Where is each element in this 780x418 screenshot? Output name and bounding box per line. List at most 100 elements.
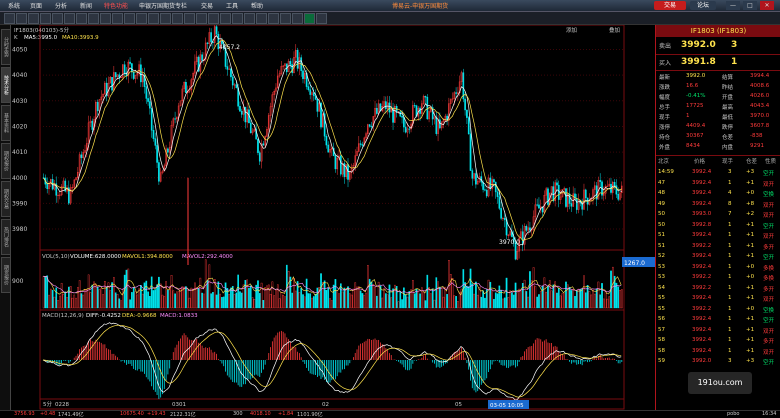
volume-bar <box>457 301 459 309</box>
tool-split-icon[interactable] <box>184 13 195 24</box>
tick-row[interactable]: 53 3992.4 1 +0 多换 <box>656 264 780 274</box>
tool-chart-icon[interactable] <box>64 13 75 24</box>
volume-bar <box>514 282 517 309</box>
tick-row[interactable]: 14:59 3992.4 3 +3 空开 <box>656 169 780 179</box>
tick-row[interactable]: 54 3992.2 1 +1 多开 <box>656 285 780 295</box>
tool-print-icon[interactable] <box>232 13 243 24</box>
tick-row[interactable]: 53 3992.2 1 +0 多换 <box>656 274 780 284</box>
tick-row[interactable]: 59 3992.0 3 +3 空开 <box>656 358 780 368</box>
volume-bar <box>417 290 420 309</box>
tick-time: 58 <box>658 337 665 343</box>
tool-period-icon[interactable] <box>160 13 171 24</box>
volume-bar <box>356 286 358 309</box>
tick-row[interactable]: 55 3992.2 1 +0 空换 <box>656 306 780 316</box>
tick-row[interactable]: 50 3992.8 1 +1 空开 <box>656 222 780 232</box>
tick-volume: 1 <box>728 347 732 354</box>
tick-row[interactable]: 49 3992.4 8 +8 双开 <box>656 201 780 211</box>
menu-tools[interactable]: 工具 <box>226 1 238 10</box>
menu-page[interactable]: 页面 <box>30 1 42 10</box>
tick-row[interactable]: 58 3992.4 1 +1 双开 <box>656 348 780 358</box>
minimize-button[interactable]: — <box>726 1 740 10</box>
volume-bar <box>412 280 414 309</box>
menu-news[interactable]: 新闻 <box>80 1 92 10</box>
tool-draw-icon[interactable] <box>136 13 147 24</box>
tool-grid-icon[interactable] <box>196 13 207 24</box>
buy-row[interactable]: 买入 3991.8 1 <box>656 57 780 68</box>
volume-bar <box>534 286 537 309</box>
tool-refresh-icon[interactable] <box>40 13 51 24</box>
tick-row[interactable]: 55 3992.4 1 +1 双开 <box>656 295 780 305</box>
volume-bar <box>320 273 322 309</box>
stat-label: 现手 <box>659 115 671 121</box>
tool-f10-icon[interactable] <box>100 13 111 24</box>
tool-forward-icon[interactable] <box>16 13 27 24</box>
tick-price: 3992.4 <box>692 263 712 270</box>
volume-bar <box>415 288 418 309</box>
grid <box>40 49 624 230</box>
volume-bar <box>516 292 519 309</box>
window-title: 博易云-申银万国期货 <box>392 3 449 10</box>
menu-column[interactable]: 申银万国期货专栏 <box>139 1 187 10</box>
volume-bar <box>541 285 544 309</box>
tool-alert-icon[interactable] <box>244 13 255 24</box>
tick-row[interactable]: 48 3992.4 4 +0 空换 <box>656 190 780 200</box>
tick-oi-change: +3 <box>746 358 755 364</box>
volume-bar <box>249 285 252 309</box>
close-button[interactable]: ✕ <box>760 1 774 10</box>
tool-window-icon[interactable] <box>280 13 291 24</box>
tool-home-icon[interactable] <box>28 13 39 24</box>
tick-row[interactable]: 56 3992.4 1 +1 空开 <box>656 316 780 326</box>
volume-bar <box>98 289 101 309</box>
candle-body <box>156 145 158 163</box>
volume-bar <box>136 294 139 309</box>
tool-active-icon[interactable] <box>304 13 315 24</box>
menu-help[interactable]: 帮助 <box>251 1 263 10</box>
tick-row[interactable]: 52 3992.4 1 +1 空开 <box>656 253 780 263</box>
volume-bar <box>89 292 92 309</box>
tool-settings-icon[interactable] <box>256 13 267 24</box>
tool-calc-icon[interactable] <box>268 13 279 24</box>
tool-news-icon[interactable] <box>88 13 99 24</box>
maximize-button[interactable]: □ <box>743 1 757 10</box>
tick-row[interactable]: 51 3992.2 1 +1 多开 <box>656 243 780 253</box>
tool-back-icon[interactable] <box>4 13 15 24</box>
volume-bar <box>239 291 241 309</box>
menu-trade[interactable]: 交易 <box>201 1 213 10</box>
trade-button[interactable]: 交易 <box>654 1 686 10</box>
tick-volume: 4 <box>728 190 732 196</box>
tick-row[interactable]: 51 3992.4 1 +1 双开 <box>656 232 780 242</box>
tool-help-icon[interactable] <box>292 13 303 24</box>
forum-button[interactable]: 论坛 <box>690 1 716 10</box>
tool-more-icon[interactable] <box>316 13 327 24</box>
tool-sync-icon[interactable] <box>172 13 183 24</box>
menu-features[interactable]: 特色功能 <box>104 1 128 10</box>
volume-bar <box>203 293 205 309</box>
tool-zoomin-icon[interactable] <box>112 13 123 24</box>
tool-zoomout-icon[interactable] <box>124 13 135 24</box>
sell-row[interactable]: 卖出 3992.0 3 <box>656 40 780 51</box>
volume-bar <box>134 291 137 309</box>
tick-row[interactable]: 57 3992.4 1 +1 双开 <box>656 327 780 337</box>
volume-bar <box>559 295 562 309</box>
menu-system[interactable]: 系统 <box>8 1 20 10</box>
volume-bar <box>93 281 95 309</box>
tool-quote-icon[interactable] <box>52 13 63 24</box>
tick-oi-change: +1 <box>746 221 755 228</box>
volume-bar <box>352 288 355 309</box>
tool-layout-icon[interactable] <box>208 13 219 24</box>
stat-value: 30367 <box>686 133 704 139</box>
tick-row[interactable]: 50 3993.0 7 +2 双开 <box>656 211 780 221</box>
volume-bar <box>440 288 443 309</box>
price-chart[interactable]: 39803990400040104020403040404050 4057.2 … <box>10 25 655 410</box>
tick-row[interactable]: 47 3992.4 1 +1 双开 <box>656 180 780 190</box>
tool-kline-icon[interactable] <box>76 13 87 24</box>
candle-body <box>552 186 555 202</box>
volume-bar <box>212 292 214 309</box>
tick-time: 55 <box>658 305 665 312</box>
tool-indicator-icon[interactable] <box>148 13 159 24</box>
menu-analysis[interactable]: 分析 <box>55 1 67 10</box>
volume-bar <box>251 297 254 309</box>
tool-search-icon[interactable] <box>220 13 231 24</box>
tick-row[interactable]: 58 3992.4 1 +1 多开 <box>656 337 780 347</box>
tick-price: 3992.4 <box>692 179 712 186</box>
